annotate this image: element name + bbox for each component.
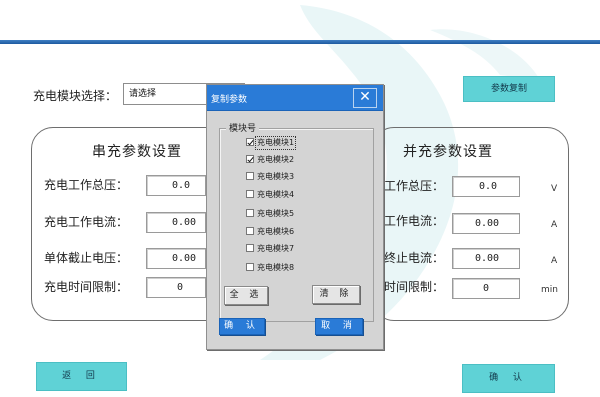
parallel-current-label: 工作电流： <box>384 214 445 228</box>
parallel-time-limit-unit: min <box>541 285 558 295</box>
module-checkbox-label: 充电模块6 <box>257 227 295 236</box>
parallel-current-input[interactable]: 0.00 <box>452 213 520 234</box>
module-checkbox-label: 充电模块3 <box>257 172 295 181</box>
serial-cell-cutoff-value: 0.00 <box>172 253 197 264</box>
parallel-voltage-input[interactable]: 0.0 <box>452 176 520 197</box>
module-checkbox-label: 充电模块4 <box>257 190 295 199</box>
parallel-term-current-input[interactable]: 0.00 <box>452 248 520 269</box>
module-checkbox-6[interactable]: 充电模块6 <box>246 226 295 238</box>
module-number-legend: 模块号 <box>226 121 260 134</box>
parallel-voltage-value: 0.0 <box>479 181 498 192</box>
module-checkbox-5[interactable]: 充电模块5 <box>246 208 295 220</box>
parallel-term-current-label: 终止电流： <box>384 251 445 265</box>
parallel-voltage-label: 工作总压： <box>384 179 445 193</box>
serial-current-label: 充电工作电流： <box>44 215 129 229</box>
serial-current-input[interactable]: 0.00 <box>146 212 206 233</box>
serial-current-value: 0.00 <box>172 217 197 228</box>
serial-settings-title: 串充参数设置 <box>92 144 182 160</box>
parallel-time-limit-input[interactable]: 0 <box>452 278 520 299</box>
dialog-title: 复制参数 <box>211 95 248 105</box>
checkbox-unchecked-icon <box>246 244 254 252</box>
serial-time-limit-label: 充电时间限制： <box>44 280 129 294</box>
serial-voltage-input[interactable]: 0.0 <box>146 175 206 196</box>
module-checkbox-8[interactable]: 充电模块8 <box>246 262 295 274</box>
dialog-ok-button[interactable]: 确 认 <box>219 318 265 335</box>
parallel-time-limit-label: 时间限制： <box>384 280 445 294</box>
module-checkbox-label: 充电模块8 <box>257 263 295 272</box>
serial-cell-cutoff-label: 单体截止电压： <box>44 251 129 265</box>
checkbox-unchecked-icon <box>246 227 254 235</box>
module-checkbox-label: 充电模块5 <box>257 209 295 218</box>
clear-button[interactable]: 清 除 <box>312 285 360 304</box>
parallel-settings-title: 并充参数设置 <box>403 144 493 160</box>
copy-params-dialog: 复制参数 ✕ 模块号 充电模块1 充电模块2 充电模块3 充电模块4 充电模块5… <box>206 84 384 350</box>
checkbox-unchecked-icon <box>246 172 254 180</box>
checkbox-unchecked-icon <box>246 263 254 271</box>
parallel-term-current-unit: A <box>551 256 558 266</box>
module-checkbox-1[interactable]: 充电模块1 <box>246 136 297 150</box>
top-divider <box>0 40 600 44</box>
checkbox-unchecked-icon <box>246 209 254 217</box>
serial-time-limit-value: 0 <box>177 282 184 293</box>
parallel-term-current-value: 0.00 <box>475 253 500 264</box>
dialog-cancel-button[interactable]: 取 消 <box>315 318 363 335</box>
checkbox-unchecked-icon <box>246 190 254 198</box>
module-select-label: 充电模块选择： <box>33 89 118 103</box>
module-checkbox-7[interactable]: 充电模块7 <box>246 243 295 255</box>
serial-voltage-value: 0.0 <box>172 180 191 191</box>
module-checkbox-3[interactable]: 充电模块3 <box>246 171 295 183</box>
close-icon[interactable]: ✕ <box>353 88 377 108</box>
confirm-button[interactable]: 确 认 <box>462 364 555 393</box>
serial-cell-cutoff-input[interactable]: 0.00 <box>146 248 206 269</box>
parallel-current-value: 0.00 <box>475 218 500 229</box>
back-button[interactable]: 返 回 <box>36 362 127 391</box>
parallel-voltage-unit: V <box>551 184 558 194</box>
dialog-titlebar[interactable]: 复制参数 ✕ <box>207 85 383 111</box>
checkbox-checked-icon <box>246 155 254 163</box>
module-checkbox-4[interactable]: 充电模块4 <box>246 189 295 201</box>
module-checkbox-label: 充电模块7 <box>257 244 295 253</box>
copy-params-button[interactable]: 参数复制 <box>463 76 555 102</box>
module-checkbox-label: 充电模块2 <box>257 155 295 164</box>
module-checkbox-label: 充电模块1 <box>254 136 297 150</box>
select-all-button[interactable]: 全 选 <box>224 286 268 305</box>
checkbox-checked-icon <box>246 138 254 146</box>
parallel-time-limit-value: 0 <box>483 283 490 294</box>
parallel-current-unit: A <box>551 220 558 230</box>
serial-voltage-label: 充电工作总压： <box>44 178 129 192</box>
module-checkbox-2[interactable]: 充电模块2 <box>246 154 295 166</box>
serial-time-limit-input[interactable]: 0 <box>146 277 206 298</box>
